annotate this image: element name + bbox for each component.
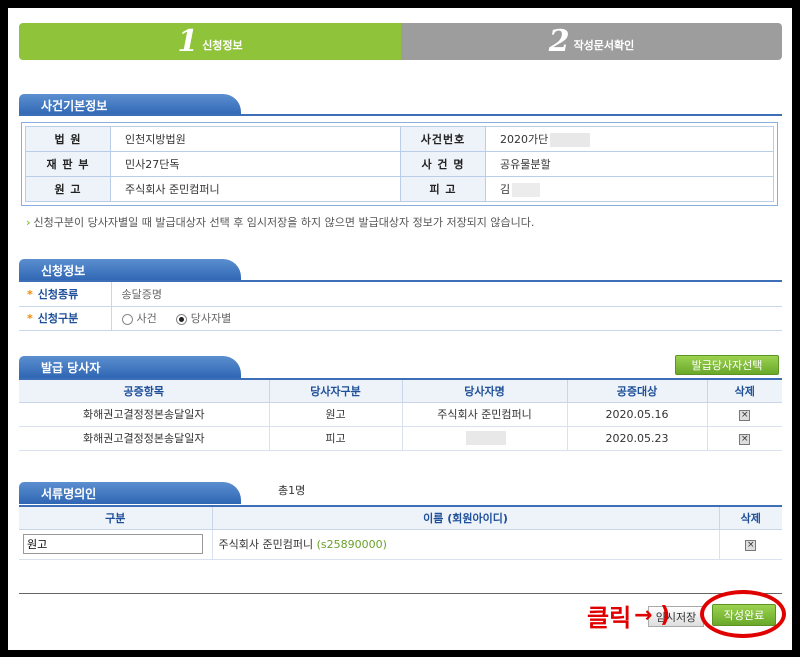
issue-party-table: 공증항목 당사자구분 당사자명 공증대상 삭제 화해권고결정정본송달일자 원고 … [19, 378, 782, 451]
application-type-value: 송달증명 [111, 282, 782, 307]
table-row: 화해권고결정정본송달일자 피고 2020.05.23 × [19, 426, 782, 451]
case-number-label: 사건번호 [400, 126, 486, 152]
application-title: 신청정보 [41, 263, 86, 278]
radio-party-label[interactable]: 당사자별 [191, 312, 231, 325]
signer-total: 총1명 [278, 484, 306, 497]
case-name-label: 사 건 명 [400, 151, 486, 177]
col-header-name: 이름 (회원아이디) [212, 507, 720, 530]
court-value: 인천지방법원 [110, 126, 401, 152]
redaction-block [512, 183, 541, 197]
delete-icon[interactable]: × [739, 410, 751, 421]
plaintiff-label: 원 고 [25, 176, 111, 202]
row-kind: 원고 [269, 402, 403, 427]
col-header-delete: 삭제 [707, 380, 782, 403]
defendant-cell: 김 [485, 176, 774, 202]
step-2-label: 작성문서확인 [573, 38, 635, 52]
row-delete: × [707, 402, 782, 427]
defendant-label: 피 고 [400, 176, 486, 202]
redaction-block [465, 431, 506, 445]
redaction-block [550, 133, 591, 147]
radio-party[interactable] [175, 313, 187, 325]
application-tab: 신청정보 [19, 259, 241, 281]
bottom-divider [19, 593, 782, 594]
click-annotation: 클릭 [587, 604, 632, 632]
step-1-label: 신청정보 [202, 38, 243, 52]
highlight-circle [700, 590, 786, 638]
application-division-label: * 신청구분 [19, 306, 112, 331]
signer-title: 서류명의인 [41, 486, 97, 501]
delete-icon[interactable]: × [745, 540, 757, 551]
signer-kind-cell [19, 529, 213, 560]
delete-icon[interactable]: × [739, 434, 751, 445]
row-delete: × [707, 426, 782, 451]
col-header-kind: 구분 [19, 507, 213, 530]
issue-party-tab: 발급 당사자 [19, 356, 241, 378]
application-type-label: * 신청종류 [19, 282, 112, 307]
arrow-right-icon: → ) [634, 603, 671, 628]
col-header-name: 당사자명 [402, 380, 568, 403]
row-item: 화해권고결정정본송달일자 [19, 426, 270, 451]
row-kind: 피고 [269, 426, 403, 451]
col-header-item: 공증항목 [19, 380, 270, 403]
signer-uid: (s25890000) [316, 538, 387, 551]
division-value: 민사27단독 [110, 151, 401, 177]
table-row: 화해권고결정정본송달일자 원고 주식회사 준민컴퍼니 2020.05.16 × [19, 402, 782, 427]
required-star-icon: * [27, 287, 33, 301]
row-date: 2020.05.16 [567, 402, 708, 427]
col-header-delete: 삭제 [719, 507, 782, 530]
chevron-right-icon: › [26, 216, 31, 229]
division-label: 재 판 부 [25, 151, 111, 177]
step-2-number: 2 [548, 23, 570, 59]
defendant-value: 김 [500, 183, 511, 196]
case-info-tab: 사건기본정보 [19, 94, 241, 116]
application-table: * 신청종류 송달증명 * 신청구분 사건 당사자별 [19, 280, 782, 331]
application-division-options: 사건 당사자별 [111, 306, 782, 331]
case-info-table: 법 원 인천지방법원 사건번호 2020가단 재 판 부 민사27단독 사 건 … [21, 122, 778, 206]
case-number-value: 2020가단 [500, 133, 549, 146]
signer-table: 구분 이름 (회원아이디) 삭제 주식회사 준민컴퍼니 (s25890000) … [19, 505, 782, 560]
col-header-kind: 당사자구분 [269, 380, 403, 403]
case-number-cell: 2020가단 [485, 126, 774, 152]
row-name [402, 426, 568, 451]
signer-name-cell: 주식회사 준민컴퍼니 (s25890000) [212, 529, 720, 560]
row-name: 주식회사 준민컴퍼니 [402, 402, 568, 427]
step-1: 1 신청정보 [19, 23, 401, 60]
issue-party-title: 발급 당사자 [41, 360, 101, 375]
application-form-window: 1 신청정보 2 작성문서확인 사건기본정보 법 원 인천지방법원 사건번호 2… [8, 8, 792, 650]
select-party-button[interactable]: 발급당사자선택 [675, 355, 779, 375]
col-header-date: 공증대상 [567, 380, 708, 403]
step-2: 2 작성문서확인 [401, 23, 782, 60]
required-star-icon: * [27, 312, 33, 325]
application-type-label-text: 신청종류 [37, 287, 79, 301]
case-info-title: 사건기본정보 [41, 98, 108, 113]
row-delete: × [719, 529, 782, 560]
plaintiff-value: 주식회사 준민컴퍼니 [110, 176, 401, 202]
case-name-value: 공유물분할 [485, 151, 774, 177]
row-date: 2020.05.23 [567, 426, 708, 451]
application-division-label-text: 신청구분 [37, 312, 79, 325]
radio-case-label[interactable]: 사건 [137, 312, 157, 325]
notice-text: › 신청구분이 당사자별일 때 발급대상자 선택 후 임시저장을 하지 않으면 발… [26, 214, 534, 230]
signer-kind-input[interactable] [23, 534, 203, 554]
radio-case[interactable] [121, 313, 133, 325]
signer-name: 주식회사 준민컴퍼니 [218, 538, 314, 551]
step-1-number: 1 [177, 23, 199, 59]
notice-message: 신청구분이 당사자별일 때 발급대상자 선택 후 임시저장을 하지 않으면 발급… [33, 216, 535, 229]
signer-tab: 서류명의인 [19, 482, 241, 504]
table-row: 주식회사 준민컴퍼니 (s25890000) × [19, 529, 782, 560]
court-label: 법 원 [25, 126, 111, 152]
case-info-rule [19, 114, 782, 116]
row-item: 화해권고결정정본송달일자 [19, 402, 270, 427]
step-indicator: 1 신청정보 2 작성문서확인 [19, 23, 782, 60]
